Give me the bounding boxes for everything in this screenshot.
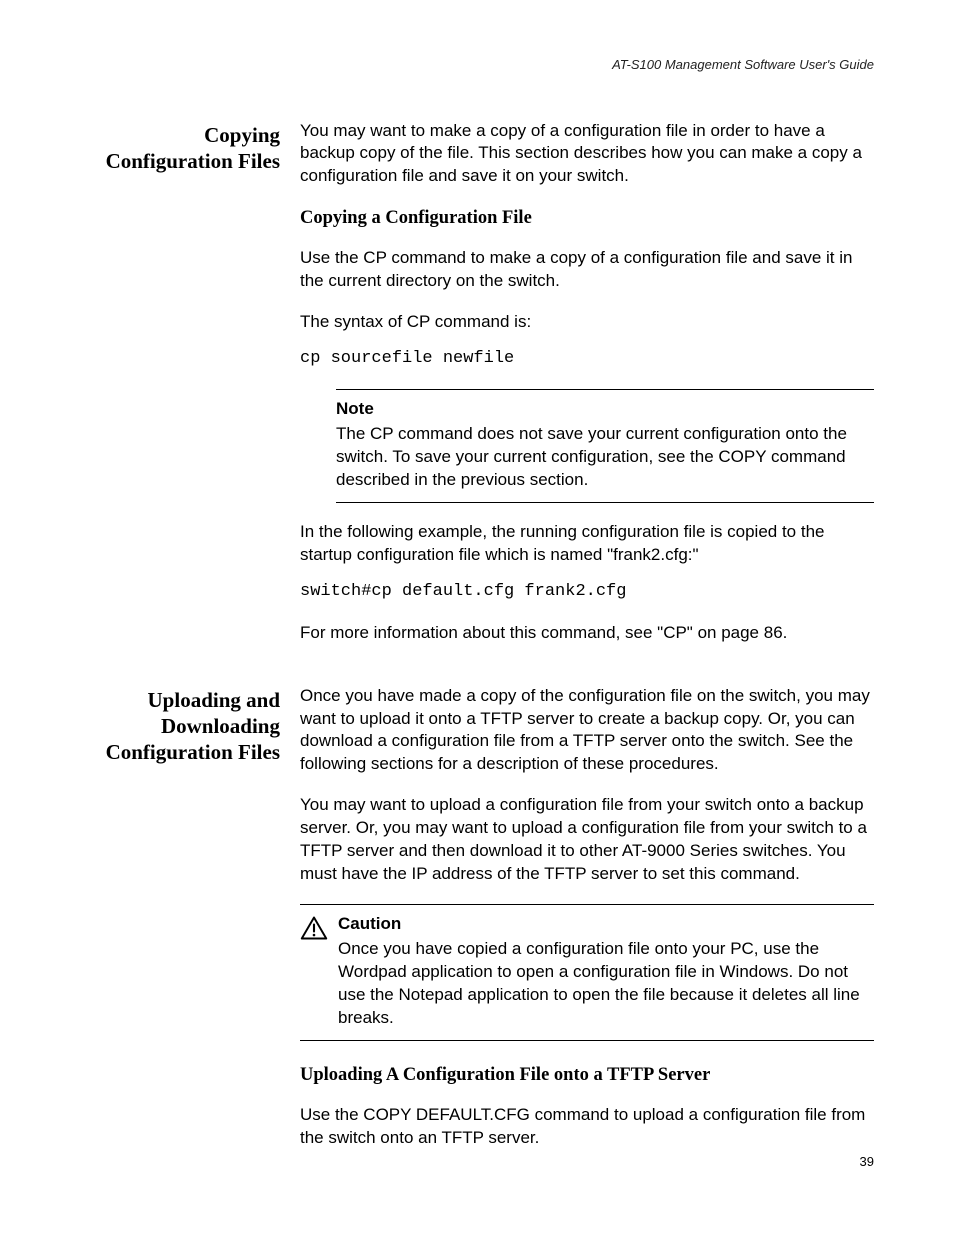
paragraph: In the following example, the running co… — [300, 521, 874, 567]
subheading-copying-file: Copying a Configuration File — [300, 206, 874, 231]
caution-body: Once you have copied a configuration fil… — [338, 938, 874, 1030]
section-copying: Copying Configuration Files You may want… — [92, 120, 874, 663]
note-block: Note The CP command does not save your c… — [336, 389, 874, 503]
code-block: cp sourcefile newfile — [300, 348, 874, 371]
paragraph: Use the COPY DEFAULT.CFG command to uplo… — [300, 1104, 874, 1150]
code-block: switch#cp default.cfg frank2.cfg — [300, 581, 874, 604]
body-col-1: You may want to make a copy of a configu… — [300, 120, 874, 663]
side-heading-copying: Copying Configuration Files — [92, 120, 280, 663]
caution-block: Caution Once you have copied a configura… — [300, 904, 874, 1041]
section-uploading: Uploading and Downloading Configuration … — [92, 685, 874, 1168]
paragraph: Use the CP command to make a copy of a c… — [300, 247, 874, 293]
paragraph: You may want to upload a configuration f… — [300, 794, 874, 886]
body-col-2: Once you have made a copy of the configu… — [300, 685, 874, 1168]
side-heading-uploading: Uploading and Downloading Configuration … — [92, 685, 280, 1168]
subheading-uploading-tftp: Uploading A Configuration File onto a TF… — [300, 1063, 874, 1088]
caution-text: Caution Once you have copied a configura… — [338, 913, 874, 1030]
intro-paragraph: Once you have made a copy of the configu… — [300, 685, 874, 777]
running-header: AT-S100 Management Software User's Guide — [92, 56, 874, 74]
note-body: The CP command does not save your curren… — [336, 423, 874, 492]
paragraph: The syntax of CP command is: — [300, 311, 874, 334]
note-title: Note — [336, 398, 874, 421]
intro-paragraph: You may want to make a copy of a configu… — [300, 120, 874, 189]
page-number: 39 — [860, 1153, 874, 1171]
paragraph: For more information about this command,… — [300, 622, 874, 645]
caution-title: Caution — [338, 913, 874, 936]
caution-triangle-icon — [300, 915, 328, 941]
page-container: AT-S100 Management Software User's Guide… — [0, 0, 954, 1168]
